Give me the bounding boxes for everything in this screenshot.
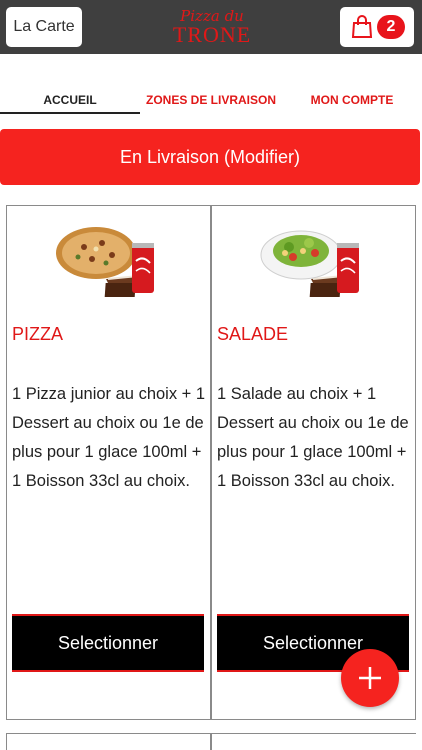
tab-zones-de-livraison[interactable]: ZONES DE LIVRAISON <box>140 88 282 114</box>
product-card-salade: SALADE 1 Salade au choix + 1 Dessert au … <box>213 205 413 720</box>
cart-count-badge: 2 <box>377 15 405 39</box>
grid-divider-next-row <box>210 733 212 750</box>
pizza-menu-image[interactable] <box>54 221 164 305</box>
salad-menu-image[interactable] <box>259 221 369 305</box>
select-pizza-button[interactable]: Selectionner <box>12 614 204 672</box>
tab-accueil[interactable]: ACCUEIL <box>0 88 140 114</box>
nav-tabs: ACCUEIL ZONES DE LIVRAISON MON COMPTE <box>0 88 422 114</box>
logo-main-text: TRONE <box>172 22 252 47</box>
delivery-mode-button[interactable]: En Livraison (Modifier) <box>0 129 420 185</box>
top-bar: La Carte Pizza du TRONE 2 <box>0 0 422 54</box>
brand-logo[interactable]: Pizza du TRONE <box>160 0 264 54</box>
menu-button[interactable]: La Carte <box>6 7 82 47</box>
product-card-pizza: PIZZA 1 Pizza junior au choix + 1 Desser… <box>8 205 208 720</box>
shopping-bag-icon <box>351 15 373 38</box>
tab-mon-compte[interactable]: MON COMPTE <box>282 88 422 114</box>
cart-button[interactable]: 2 <box>340 7 414 47</box>
grid-divider <box>210 205 212 720</box>
plus-icon <box>359 667 381 689</box>
product-title: SALADE <box>217 324 289 344</box>
product-description: 1 Pizza junior au choix + 1 Dessert au c… <box>12 385 206 490</box>
product-description: 1 Salade au choix + 1 Dessert au choix o… <box>217 385 409 490</box>
add-fab-button[interactable] <box>341 649 399 707</box>
product-title: PIZZA <box>12 324 64 344</box>
